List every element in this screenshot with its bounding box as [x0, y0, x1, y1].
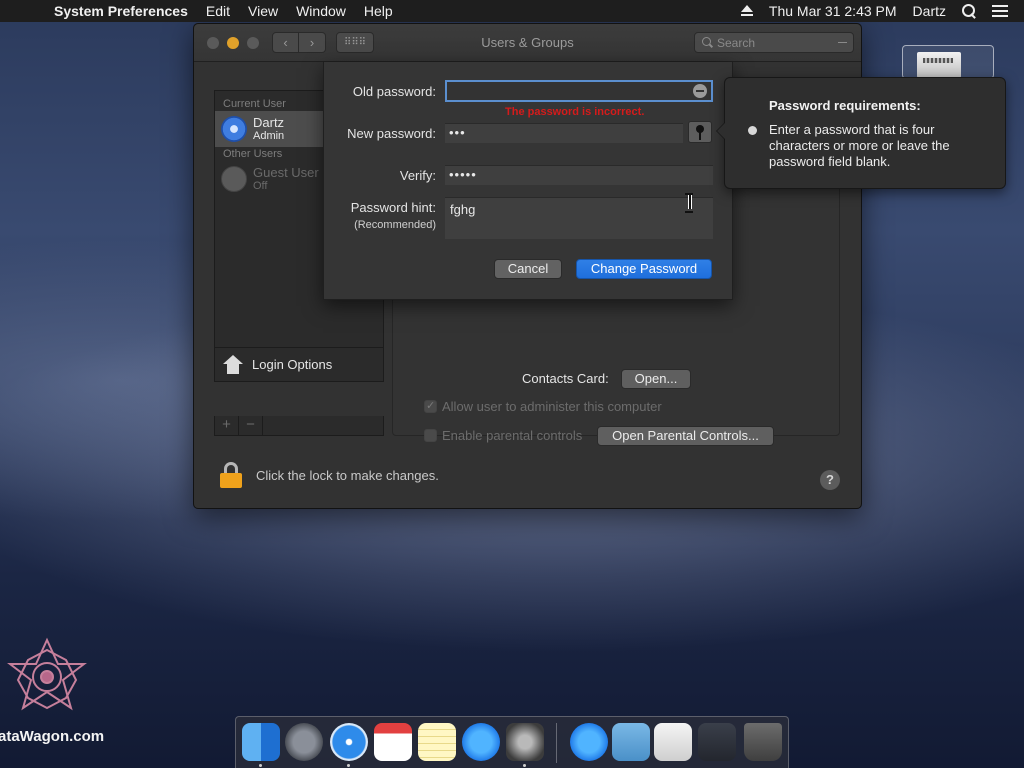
eject-icon[interactable] — [740, 5, 753, 17]
calendar-icon[interactable] — [374, 723, 412, 761]
guest-name: Guest User — [253, 164, 319, 180]
menu-help[interactable]: Help — [364, 3, 393, 19]
safari-icon[interactable] — [330, 723, 368, 761]
cancel-button[interactable]: Cancel — [494, 259, 562, 279]
downloads-stack-icon[interactable] — [698, 723, 736, 761]
title-bar[interactable]: ‹ › ⠿⠿⠿ Users & Groups — [194, 24, 861, 62]
add-remove-bar: + − — [214, 416, 384, 436]
password-hint-sublabel: (Recommended) — [354, 219, 436, 231]
requirements-title: Password requirements: — [769, 98, 921, 113]
safari-running-indicator — [347, 764, 350, 767]
desktop-drive-icon[interactable] — [902, 45, 994, 79]
menu-edit[interactable]: Edit — [206, 3, 230, 19]
search-field[interactable] — [694, 32, 854, 53]
change-password-button[interactable]: Change Password — [576, 259, 712, 279]
launchpad-icon[interactable] — [285, 723, 323, 761]
remove-user-button[interactable]: − — [239, 416, 263, 435]
allow-admin-checkbox[interactable] — [424, 399, 437, 413]
search-cancel-icon[interactable] — [838, 42, 847, 43]
menu-bar-extras: Thu Mar 31 2:43 PM Dartz — [740, 0, 1024, 22]
search-input[interactable] — [717, 35, 837, 50]
finder-running-indicator — [259, 764, 262, 767]
requirement-text: Enter a password that is four characters… — [769, 122, 950, 169]
clear-field-icon[interactable] — [693, 84, 707, 98]
app-store-icon[interactable] — [462, 723, 500, 761]
open-contacts-button[interactable]: Open... — [621, 369, 691, 389]
new-password-label: New password: — [347, 126, 436, 141]
password-requirements-popover: Password requirements: Enter a password … — [716, 77, 1006, 189]
notes-icon[interactable] — [418, 723, 456, 761]
requirement-bullet-icon — [748, 126, 757, 135]
menu-user[interactable]: Dartz — [913, 3, 946, 19]
user-name: Dartz — [253, 114, 285, 130]
parental-controls-label: Enable parental controls — [442, 428, 583, 443]
system-preferences-icon[interactable] — [506, 723, 544, 761]
login-options-item[interactable]: Login Options — [215, 347, 383, 381]
old-password-label: Old password: — [352, 84, 436, 99]
app-store-download-icon[interactable] — [570, 723, 608, 761]
watermark-text: ataWagon.com — [0, 728, 105, 745]
add-user-button[interactable]: + — [215, 416, 239, 435]
verify-label: Verify: — [399, 168, 436, 183]
lock-icon[interactable] — [220, 462, 242, 488]
password-error-message: The password is incorrect. — [505, 106, 645, 118]
login-options-label: Login Options — [252, 357, 333, 372]
user-avatar-icon — [221, 116, 247, 142]
guest-avatar-icon — [221, 166, 247, 192]
contacts-card-label: Contacts Card: — [522, 371, 609, 386]
password-hint-field[interactable]: fghg — [445, 197, 713, 239]
password-hint-label: Password hint: — [350, 200, 436, 215]
old-password-field[interactable] — [445, 80, 713, 102]
lock-row: Click the lock to make changes. — [220, 462, 439, 488]
search-icon — [702, 37, 712, 47]
verify-field[interactable]: ••••• — [445, 165, 713, 185]
notification-center-icon[interactable] — [992, 5, 1008, 17]
open-parental-controls-button[interactable]: Open Parental Controls... — [597, 426, 774, 446]
verify-value: ••••• — [449, 167, 477, 182]
guest-role: Off — [253, 179, 268, 192]
menu-clock[interactable]: Thu Mar 31 2:43 PM — [769, 3, 897, 19]
text-cursor-icon — [685, 193, 693, 213]
allow-admin-label: Allow user to administer this computer — [442, 399, 662, 414]
system-preferences-running-indicator — [523, 764, 526, 767]
new-password-value: ••• — [449, 125, 466, 140]
change-password-sheet: Old password: The password is incorrect.… — [323, 62, 733, 300]
menu-app-name[interactable]: System Preferences — [54, 3, 188, 19]
folder-icon[interactable] — [612, 723, 650, 761]
password-assistant-key-icon[interactable] — [688, 121, 712, 143]
dock — [235, 716, 789, 768]
parental-controls-checkbox[interactable] — [424, 429, 437, 442]
lock-text: Click the lock to make changes. — [256, 467, 439, 483]
spotlight-icon[interactable] — [962, 4, 976, 18]
documents-stack-icon[interactable] — [654, 723, 692, 761]
new-password-field[interactable]: ••• — [445, 123, 683, 143]
menu-view[interactable]: View — [248, 3, 278, 19]
menu-window[interactable]: Window — [296, 3, 346, 19]
user-role: Admin — [253, 129, 285, 142]
trash-icon[interactable] — [744, 723, 782, 761]
menu-bar: System Preferences Edit View Window Help… — [0, 0, 1024, 22]
watermark-logo-icon — [7, 637, 87, 711]
dock-separator — [556, 723, 557, 763]
house-icon — [223, 354, 243, 375]
help-button[interactable]: ? — [820, 470, 840, 490]
finder-icon[interactable] — [242, 723, 280, 761]
